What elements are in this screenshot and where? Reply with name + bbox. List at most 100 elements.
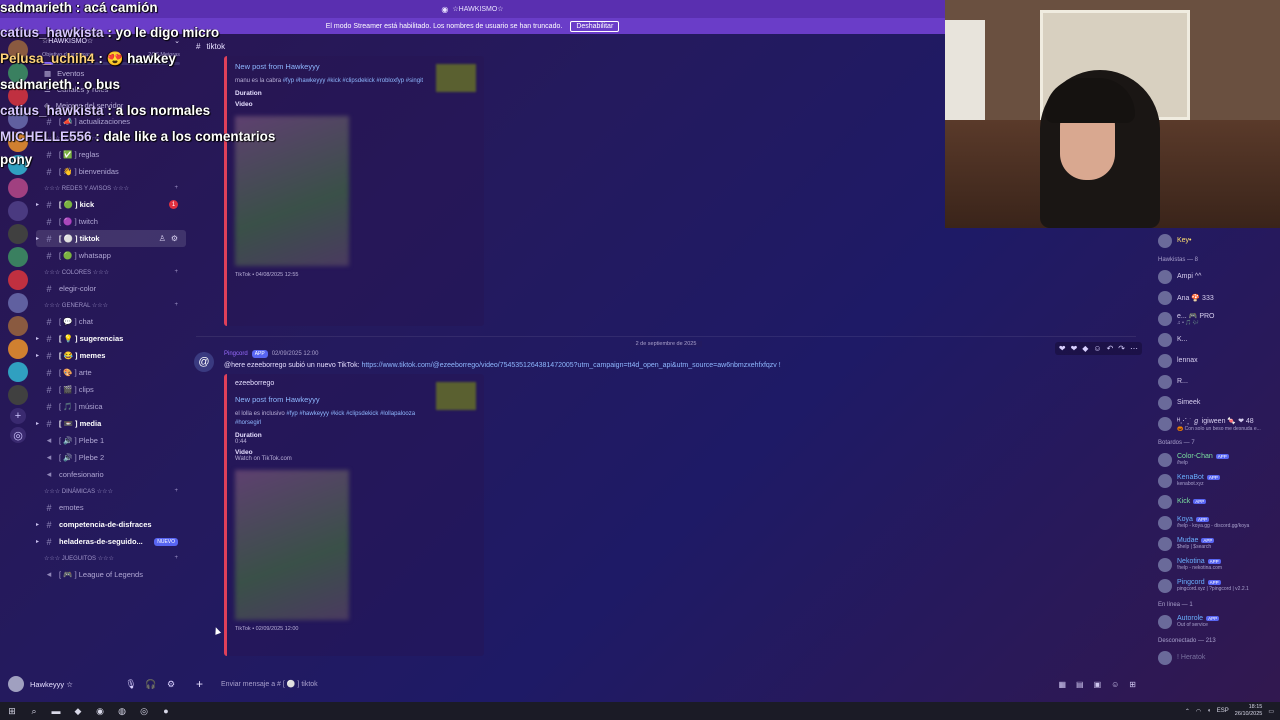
voice-channel[interactable]: ◂ [ 🎮 ] League of Legends — [36, 566, 186, 583]
record-icon[interactable]: ● — [160, 705, 172, 717]
text-channel[interactable]: # elegir-color — [36, 280, 186, 297]
browser-icon[interactable]: ◆ — [72, 705, 84, 717]
server-icon[interactable] — [8, 201, 28, 221]
text-channel[interactable]: ▸ # [ 🟢 ] kick 1 — [36, 196, 186, 213]
member-item[interactable]: Color-Chan APP/help — [1150, 449, 1280, 470]
server-icon[interactable] — [8, 362, 28, 382]
embed-thumbnail[interactable] — [436, 64, 476, 92]
member-item[interactable]: Ampi ^^ — [1150, 266, 1280, 287]
voice-channel[interactable]: ◂ [ 🔊 ] Plebe 1 — [36, 432, 186, 449]
text-channel[interactable]: ▸ # [ 📼 ] media — [36, 415, 186, 432]
text-channel[interactable]: ▸ # competencia-de-disfraces — [36, 516, 186, 533]
heart-reaction-icon[interactable]: ❤ — [1071, 344, 1078, 353]
add-member-icon[interactable]: ♙ — [159, 234, 166, 243]
language-indicator[interactable]: ESP — [1217, 708, 1229, 714]
emoji-icon[interactable]: ☺ — [1111, 680, 1119, 689]
message-author[interactable]: Pingcord — [224, 351, 248, 357]
reply-icon[interactable]: ↶ — [1107, 344, 1114, 353]
text-channel[interactable]: # [ 🟣 ] twitch — [36, 213, 186, 230]
disable-streamer-button[interactable]: Deshabilitar — [570, 20, 620, 32]
member-item[interactable]: Ana 🍄 333 — [1150, 287, 1280, 308]
text-channel[interactable]: # [ 🟢 ] whatsapp — [36, 247, 186, 264]
plus-icon[interactable]: + — [174, 269, 178, 275]
text-channel[interactable]: ▸ # [ 💡 ] sugerencias — [36, 330, 186, 347]
app-icon[interactable]: ◉ — [94, 705, 106, 717]
chevron-up-icon[interactable]: ⌃ — [1185, 708, 1190, 715]
channel-category[interactable]: ☆☆☆ GENERAL ☆☆☆ + — [36, 297, 186, 313]
channel-category[interactable]: ☆☆☆ DINÁMICAS ☆☆☆ + — [36, 483, 186, 499]
gift-icon[interactable]: ▦ — [1058, 680, 1066, 689]
text-channel[interactable]: # emotes — [36, 499, 186, 516]
embed-video-link[interactable]: Watch on TikTok.com — [235, 456, 476, 462]
heart-reaction-icon[interactable]: ❤ — [1059, 344, 1066, 353]
add-server-icon[interactable]: + — [10, 408, 26, 424]
member-item[interactable]: Pingcord APP pingcord.xyz | ?pingcord | v2… — [1150, 575, 1280, 596]
chrome-icon[interactable]: ◎ — [138, 705, 150, 717]
member-item[interactable]: Simeek — [1150, 392, 1280, 413]
avatar[interactable] — [8, 676, 24, 692]
volume-icon[interactable]: ◖ — [1207, 708, 1211, 714]
text-channel[interactable]: # [ 🎨 ] arte — [36, 364, 186, 381]
server-icon[interactable] — [8, 385, 28, 405]
plus-icon[interactable]: + — [174, 185, 178, 191]
settings-gear-icon[interactable]: ⚙ — [164, 679, 178, 690]
voice-channel[interactable]: ◂ [ 🔊 ] Plebe 2 — [36, 449, 186, 466]
forward-icon[interactable]: ↷ — [1118, 344, 1125, 353]
channel-category[interactable]: ☆☆☆ JUEGUITOS ☆☆☆ + — [36, 550, 186, 566]
voice-channel[interactable]: ◂ confesionario — [36, 466, 186, 483]
embed-thumbnail[interactable] — [436, 382, 476, 410]
server-icon[interactable] — [8, 293, 28, 313]
member-item[interactable]: ᴴ⋰˳ᣟ ℊ igiween 🍬 ❤ 48 🎃 Con solo un beso … — [1150, 413, 1280, 434]
server-icon[interactable] — [8, 316, 28, 336]
plus-icon[interactable]: + — [174, 302, 178, 308]
headphones-icon[interactable]: 🎧 — [144, 679, 158, 690]
member-item[interactable]: Nekotina APP !help - nekotina.com — [1150, 554, 1280, 575]
explore-servers-icon[interactable]: ◎ — [10, 427, 26, 443]
sticker-icon[interactable]: ▣ — [1094, 680, 1102, 689]
member-item[interactable]: Mudae APP $help | $search — [1150, 533, 1280, 554]
file-explorer-icon[interactable]: ▬ — [50, 705, 62, 717]
text-channel[interactable]: ▸ # [ 😂 ] memes — [36, 347, 186, 364]
reaction-icon[interactable]: ◆ — [1082, 344, 1088, 353]
member-item[interactable]: ! Heratok — [1150, 647, 1280, 668]
member-item[interactable]: lennax — [1150, 350, 1280, 371]
gear-icon[interactable]: ⚙ — [171, 234, 178, 243]
member-item[interactable]: K... — [1150, 329, 1280, 350]
add-attachment-icon[interactable]: + — [196, 677, 203, 691]
text-channel[interactable]: ▸ # heladeras-de-seguido... NUEVO — [36, 533, 186, 550]
apps-icon[interactable]: ⊞ — [1129, 680, 1136, 689]
message-input[interactable]: Enviar mensaje a # [ ⚪ ] tiktok — [221, 680, 1040, 688]
member-item[interactable]: Key• — [1150, 230, 1280, 251]
server-icon[interactable] — [8, 224, 28, 244]
member-item[interactable]: KenaBot APP kenabot.xyz — [1150, 470, 1280, 491]
embed-video-preview[interactable] — [235, 470, 349, 620]
member-item[interactable]: R... — [1150, 371, 1280, 392]
member-item[interactable]: Koya APP/help - koya.gg - discord.gg/koya — [1150, 512, 1280, 533]
microphone-icon[interactable]: 🎙 — [124, 679, 138, 690]
message-link[interactable]: https://www.tiktok.com/@ezeeborrego/vide… — [361, 362, 780, 369]
server-icon[interactable] — [8, 247, 28, 267]
search-icon[interactable]: ⌕ — [28, 705, 40, 717]
plus-icon[interactable]: + — [174, 555, 178, 561]
text-channel[interactable]: ▸ # [ ⚪ ] tiktok ♙ ⚙ — [36, 230, 186, 247]
discord-icon[interactable]: ◍ — [116, 705, 128, 717]
server-icon[interactable] — [8, 339, 28, 359]
notifications-icon[interactable]: ▭ — [1268, 708, 1274, 715]
channel-category[interactable]: ☆☆☆ REDES Y AVISOS ☆☆☆ + — [36, 180, 186, 196]
avatar[interactable]: @ — [194, 352, 214, 372]
member-item[interactable]: Kick APP — [1150, 491, 1280, 512]
server-icon[interactable] — [8, 178, 28, 198]
wifi-icon[interactable]: ◠ — [1196, 708, 1201, 715]
windows-start-icon[interactable]: ⊞ — [6, 705, 18, 717]
member-item[interactable]: Autorole APP Out of service — [1150, 611, 1280, 632]
text-channel[interactable]: # [ 🎵 ] música — [36, 398, 186, 415]
gif-icon[interactable]: ▤ — [1076, 680, 1084, 689]
clock[interactable]: 18:15 26/10/2025 — [1235, 704, 1263, 718]
more-options-icon[interactable]: ⋯ — [1130, 344, 1138, 353]
text-channel[interactable]: # [ 🎬 ] clips — [36, 381, 186, 398]
plus-icon[interactable]: + — [174, 488, 178, 494]
member-item[interactable]: e... 🎮 PRO ♫ • 🎵 🎶 — [1150, 308, 1280, 329]
add-reaction-icon[interactable]: ☺ — [1093, 344, 1101, 353]
text-channel[interactable]: # [ 💬 ] chat — [36, 313, 186, 330]
server-icon[interactable] — [8, 270, 28, 290]
